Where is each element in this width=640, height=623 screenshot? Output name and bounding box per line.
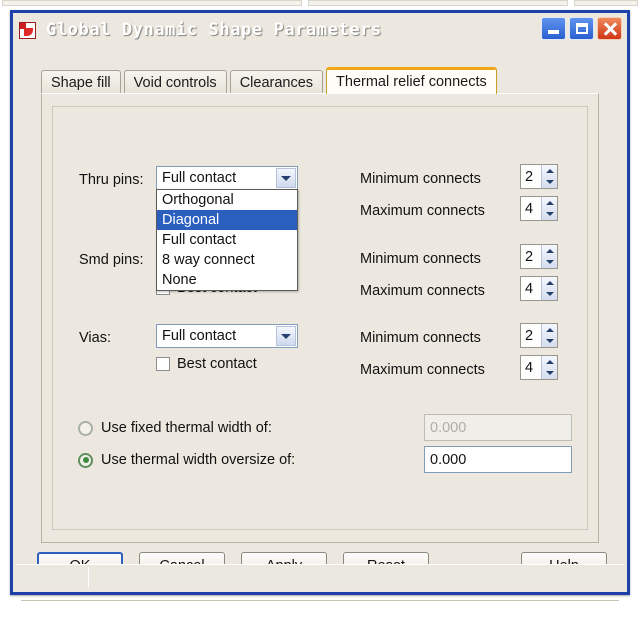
footer-divider xyxy=(21,600,619,601)
tab-label: Clearances xyxy=(239,74,314,91)
spinner-up-icon[interactable] xyxy=(542,324,557,336)
dropdown-option-8-way-connect[interactable]: 8 way connect xyxy=(157,250,297,270)
dropdown-option-diagonal[interactable]: Diagonal xyxy=(157,210,297,230)
spinner-up-icon[interactable] xyxy=(542,277,557,289)
radio-button xyxy=(78,452,93,468)
tab-void-controls[interactable]: Void controls xyxy=(123,70,227,94)
radio-button xyxy=(78,420,93,436)
spinner-down-icon[interactable] xyxy=(542,209,557,221)
thru-pins-dropdown-list[interactable]: Orthogonal Diagonal Full contact 8 way c… xyxy=(156,189,298,291)
spinner-up-icon[interactable] xyxy=(542,165,557,177)
maximize-button[interactable] xyxy=(569,17,594,40)
dropdown-option-label: Diagonal xyxy=(162,212,220,228)
tab-shape-fill[interactable]: Shape fill xyxy=(41,70,121,94)
dropdown-option-label: Orthogonal xyxy=(162,192,234,208)
spinner-down-icon[interactable] xyxy=(542,177,557,189)
smd-pins-minimum-label: Minimum connects xyxy=(360,251,481,267)
dropdown-option-label: None xyxy=(162,272,197,288)
radio-label: Use thermal width oversize of: xyxy=(101,452,296,468)
tab-panel: Thru pins: Full contact Minimum connects… xyxy=(41,93,599,543)
thru-pins-maximum-value: 4 xyxy=(525,200,534,217)
tab-thermal-relief-connects[interactable]: Thermal relief connects xyxy=(326,67,497,94)
window-controls xyxy=(541,17,622,40)
spinner-down-icon[interactable] xyxy=(542,257,557,269)
spinner-down-icon[interactable] xyxy=(542,336,557,348)
smd-pins-minimum-spinner[interactable]: 2 xyxy=(520,244,558,269)
fixed-thermal-width-value: 0.000 xyxy=(430,419,467,436)
vias-best-contact-checkbox[interactable]: Best contact xyxy=(156,356,257,372)
dialog-window: Global Dynamic Shape Parameters Shape fi… xyxy=(10,10,630,601)
vias-minimum-label: Minimum connects xyxy=(360,330,481,346)
thermal-width-oversize-input[interactable]: 0.000 xyxy=(424,446,572,473)
thru-pins-combo-value: Full contact xyxy=(162,170,237,186)
checkbox-box xyxy=(156,357,170,371)
thru-pins-maximum-spinner[interactable]: 4 xyxy=(520,196,558,221)
smd-pins-label: Smd pins: xyxy=(79,252,144,268)
dropdown-option-label: Full contact xyxy=(162,232,237,248)
tab-clearances[interactable]: Clearances xyxy=(229,70,324,94)
thru-pins-minimum-spinner[interactable]: 2 xyxy=(520,164,558,189)
status-bar xyxy=(16,564,624,589)
vias-combo[interactable]: Full contact xyxy=(156,324,298,348)
tab-label: Thermal relief connects xyxy=(336,74,487,90)
vias-maximum-value: 4 xyxy=(525,359,534,376)
radio-use-thermal-width-oversize[interactable]: Use thermal width oversize of: xyxy=(78,452,295,468)
spinner-down-icon[interactable] xyxy=(542,289,557,301)
spinner-down-icon[interactable] xyxy=(542,368,557,380)
dialog-client-area: Shape fill Void controls Clearances Ther… xyxy=(13,47,627,601)
window-title: Global Dynamic Shape Parameters xyxy=(46,20,382,40)
smd-pins-maximum-spinner[interactable]: 4 xyxy=(520,276,558,301)
vias-minimum-spinner[interactable]: 2 xyxy=(520,323,558,348)
thru-pins-combo[interactable]: Full contact xyxy=(156,166,298,190)
thru-pins-label: Thru pins: xyxy=(79,172,144,188)
vias-label: Vias: xyxy=(79,330,111,346)
spinner-up-icon[interactable] xyxy=(542,356,557,368)
vias-maximum-spinner[interactable]: 4 xyxy=(520,355,558,380)
title-bar: Global Dynamic Shape Parameters xyxy=(13,13,627,47)
spinner-up-icon[interactable] xyxy=(542,245,557,257)
tab-label: Shape fill xyxy=(51,74,111,91)
smd-pins-minimum-value: 2 xyxy=(525,248,534,265)
radio-label: Use fixed thermal width of: xyxy=(101,420,272,436)
vias-minimum-value: 2 xyxy=(525,327,534,344)
vias-combo-value: Full contact xyxy=(162,328,237,344)
dropdown-option-label: 8 way connect xyxy=(162,252,255,268)
fixed-thermal-width-input: 0.000 xyxy=(424,414,572,441)
close-button[interactable] xyxy=(597,17,622,40)
chevron-down-icon[interactable] xyxy=(276,326,296,346)
spinner-up-icon[interactable] xyxy=(542,197,557,209)
dropdown-option-orthogonal[interactable]: Orthogonal xyxy=(157,190,297,210)
smd-pins-maximum-label: Maximum connects xyxy=(360,283,485,299)
dropdown-option-full-contact[interactable]: Full contact xyxy=(157,230,297,250)
tab-label: Void controls xyxy=(133,74,217,91)
thermal-width-oversize-value: 0.000 xyxy=(430,451,467,468)
vias-best-contact-label: Best contact xyxy=(177,356,257,372)
radio-use-fixed-thermal-width[interactable]: Use fixed thermal width of: xyxy=(78,420,272,436)
thru-pins-maximum-label: Maximum connects xyxy=(360,203,485,219)
app-icon xyxy=(19,21,38,40)
smd-pins-maximum-value: 4 xyxy=(525,280,534,297)
background-window-strip xyxy=(0,0,640,8)
dropdown-option-none[interactable]: None xyxy=(157,270,297,290)
thru-pins-minimum-value: 2 xyxy=(525,168,534,185)
tab-strip: Shape fill Void controls Clearances Ther… xyxy=(41,67,497,94)
chevron-down-icon[interactable] xyxy=(276,168,296,188)
minimize-button[interactable] xyxy=(541,17,566,40)
thru-pins-minimum-label: Minimum connects xyxy=(360,171,481,187)
vias-maximum-label: Maximum connects xyxy=(360,362,485,378)
